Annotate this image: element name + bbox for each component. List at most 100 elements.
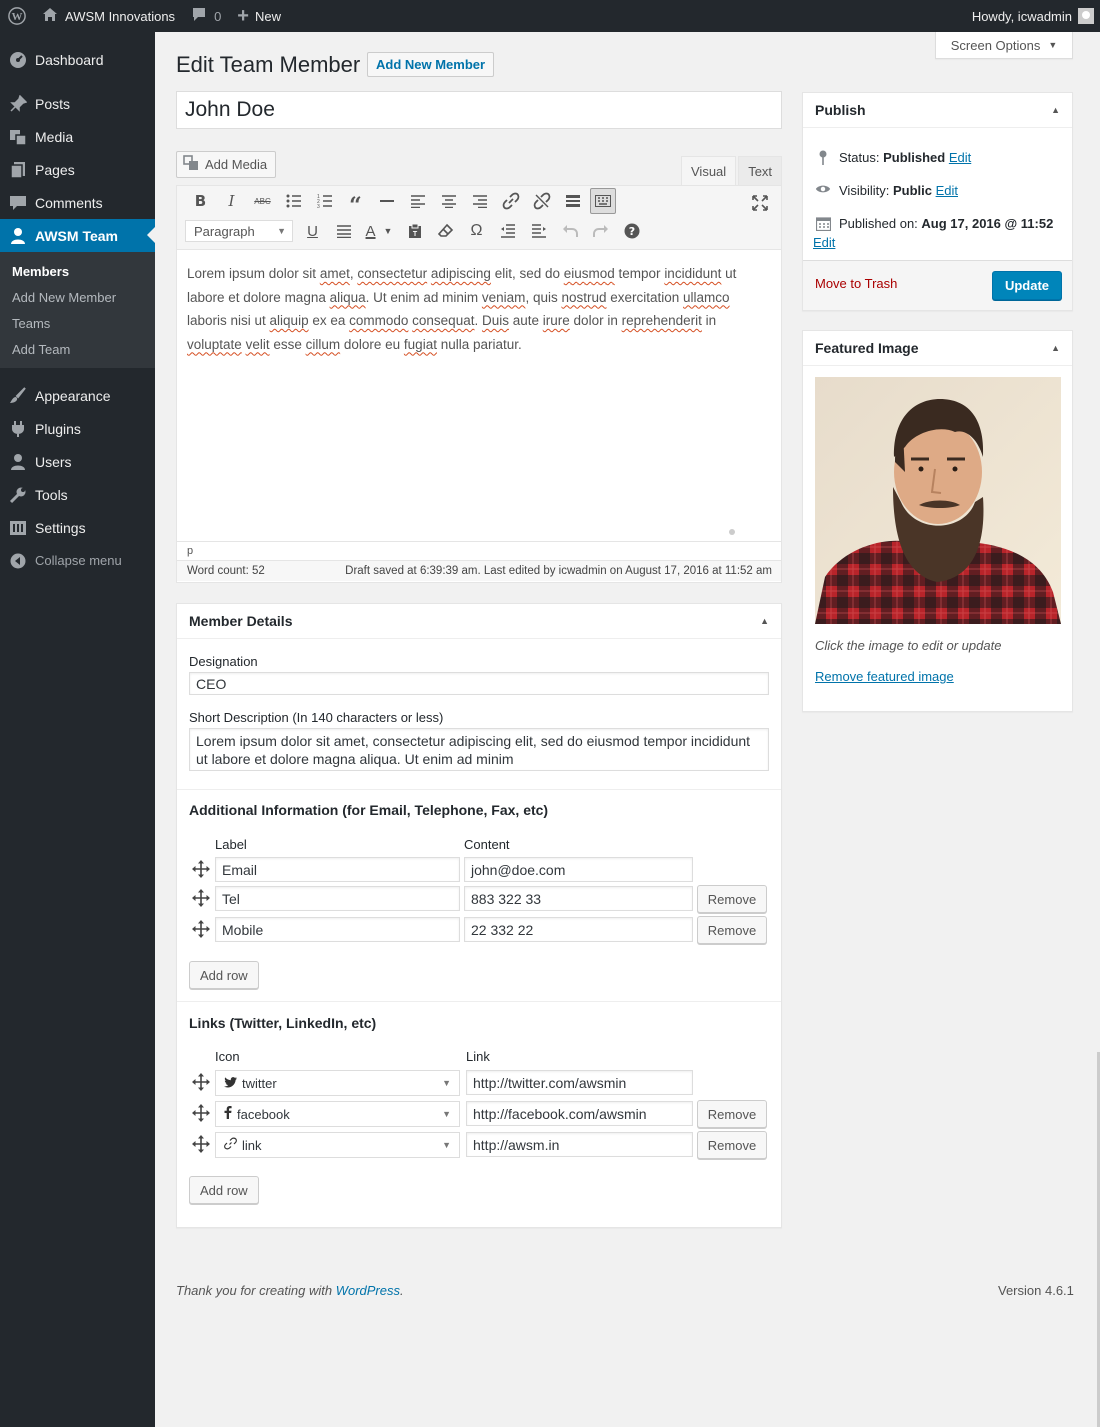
- fullscreen-icon[interactable]: [744, 190, 775, 216]
- info-label-input[interactable]: Tel: [215, 886, 460, 911]
- collapse-arrow-icon[interactable]: ▲: [1051, 105, 1060, 115]
- sidebar-item-label: Posts: [35, 95, 71, 112]
- sidebar-item-awsm-team[interactable]: AWSM Team: [0, 219, 155, 252]
- publish-header[interactable]: Publish ▲: [803, 93, 1072, 128]
- short-description-textarea[interactable]: Lorem ipsum dolor sit amet, consectetur …: [189, 728, 769, 771]
- twitter-icon: [224, 1076, 237, 1091]
- link-url-input[interactable]: http://awsm.in: [466, 1132, 693, 1157]
- wordpress-link[interactable]: WordPress: [336, 1283, 400, 1298]
- tab-text[interactable]: Text: [738, 156, 783, 185]
- publish-actions: Move to Trash Update: [803, 260, 1072, 310]
- resize-handle[interactable]: [729, 529, 735, 535]
- remove-row-button[interactable]: Remove: [697, 1131, 767, 1159]
- info-content-input[interactable]: 22 332 22: [464, 917, 693, 942]
- member-details-header[interactable]: Member Details ▲: [177, 604, 781, 639]
- featured-image[interactable]: [815, 377, 1061, 624]
- bullet-list-icon[interactable]: [278, 188, 309, 214]
- clear-formatting-icon[interactable]: [430, 218, 461, 244]
- info-content-input[interactable]: john@doe.com: [464, 857, 693, 882]
- text-color-icon[interactable]: A ▼: [359, 218, 399, 244]
- update-button[interactable]: Update: [991, 271, 1062, 300]
- editor-content-area[interactable]: Lorem ipsum dolor sit amet, consectetur …: [177, 250, 781, 541]
- new-content-link[interactable]: + New: [229, 0, 289, 32]
- comments-link[interactable]: 0: [183, 0, 229, 32]
- indent-icon[interactable]: [523, 218, 554, 244]
- sidebar-item-pages[interactable]: Pages: [0, 153, 155, 186]
- submenu-item-add-new-member[interactable]: Add New Member: [0, 284, 155, 310]
- post-title-input[interactable]: John Doe: [176, 91, 782, 129]
- edit-date-link[interactable]: Edit: [813, 235, 835, 250]
- unlink-icon[interactable]: [526, 188, 557, 214]
- edit-visibility-link[interactable]: Edit: [936, 183, 958, 198]
- submenu-item-members[interactable]: Members: [0, 258, 155, 284]
- section-divider: [177, 789, 781, 790]
- sidebar-item-plugins[interactable]: Plugins: [0, 412, 155, 445]
- featured-image-header[interactable]: Featured Image ▲: [803, 331, 1072, 366]
- sidebar-item-media[interactable]: Media: [0, 120, 155, 153]
- align-right-icon[interactable]: [464, 188, 495, 214]
- sidebar-item-appearance[interactable]: Appearance: [0, 379, 155, 412]
- sidebar-item-users[interactable]: Users: [0, 445, 155, 478]
- read-more-icon[interactable]: [557, 188, 588, 214]
- collapse-arrow-icon[interactable]: ▲: [1051, 343, 1060, 353]
- sidebar-item-tools[interactable]: Tools: [0, 478, 155, 511]
- sidebar-item-posts[interactable]: Posts: [0, 87, 155, 120]
- drag-handle-icon[interactable]: [192, 860, 210, 878]
- icon-select[interactable]: facebook ▼: [215, 1101, 460, 1127]
- numbered-list-icon[interactable]: 123: [309, 188, 340, 214]
- link-url-input[interactable]: http://facebook.com/awsmin: [466, 1101, 693, 1126]
- wordpress-logo-icon[interactable]: W: [0, 0, 34, 32]
- outdent-icon[interactable]: [492, 218, 523, 244]
- submenu-item-add-team[interactable]: Add Team: [0, 336, 155, 362]
- italic-icon[interactable]: I: [216, 188, 247, 214]
- screen-options-button[interactable]: Screen Options ▼: [935, 32, 1073, 59]
- remove-featured-image-link[interactable]: Remove featured image: [815, 669, 954, 684]
- insert-link-icon[interactable]: [495, 188, 526, 214]
- icon-select[interactable]: link ▼: [215, 1132, 460, 1158]
- site-name-link[interactable]: AWSM Innovations: [34, 0, 183, 32]
- drag-handle-icon[interactable]: [192, 889, 210, 907]
- justify-icon[interactable]: [328, 218, 359, 244]
- drag-handle-icon[interactable]: [192, 1135, 210, 1153]
- edit-status-link[interactable]: Edit: [949, 150, 971, 165]
- remove-row-button[interactable]: Remove: [697, 1100, 767, 1128]
- icon-select[interactable]: twitter ▼: [215, 1070, 460, 1096]
- format-select[interactable]: Paragraph ▼: [185, 220, 293, 242]
- strikethrough-icon[interactable]: ABC: [247, 188, 278, 214]
- submenu-item-teams[interactable]: Teams: [0, 310, 155, 336]
- link-url-input[interactable]: http://twitter.com/awsmin: [466, 1070, 693, 1095]
- horizontal-line-icon[interactable]: [371, 188, 402, 214]
- align-left-icon[interactable]: [402, 188, 433, 214]
- help-icon[interactable]: ?: [616, 218, 647, 244]
- designation-input[interactable]: CEO: [189, 672, 769, 695]
- info-content-input[interactable]: 883 322 33: [464, 886, 693, 911]
- sidebar-item-settings[interactable]: Settings: [0, 511, 155, 544]
- blockquote-icon[interactable]: “: [340, 188, 371, 219]
- bold-icon[interactable]: B: [185, 188, 216, 214]
- collapse-menu-button[interactable]: Collapse menu: [0, 544, 155, 577]
- paste-text-icon[interactable]: T: [399, 218, 430, 244]
- toolbar-toggle-icon[interactable]: [590, 188, 616, 214]
- account-menu[interactable]: Howdy, icwadmin: [964, 0, 1100, 32]
- collapse-arrow-icon[interactable]: ▲: [760, 616, 769, 626]
- tab-visual[interactable]: Visual: [681, 156, 737, 185]
- info-label-input[interactable]: Email: [215, 857, 460, 882]
- align-center-icon[interactable]: [433, 188, 464, 214]
- undo-icon[interactable]: [554, 218, 585, 244]
- sidebar-item-comments[interactable]: Comments: [0, 186, 155, 219]
- redo-icon[interactable]: [585, 218, 616, 244]
- add-media-button[interactable]: Add Media: [176, 151, 277, 178]
- underline-icon[interactable]: U: [297, 218, 328, 244]
- drag-handle-icon[interactable]: [192, 920, 210, 938]
- sidebar-item-dashboard[interactable]: Dashboard: [0, 43, 155, 76]
- drag-handle-icon[interactable]: [192, 1104, 210, 1122]
- add-info-row-button[interactable]: Add row: [189, 961, 259, 989]
- special-character-icon[interactable]: Ω: [461, 218, 492, 244]
- add-new-member-button[interactable]: Add New Member: [367, 52, 495, 77]
- remove-row-button[interactable]: Remove: [697, 885, 767, 913]
- drag-handle-icon[interactable]: [192, 1073, 210, 1091]
- info-label-input[interactable]: Mobile: [215, 917, 460, 942]
- remove-row-button[interactable]: Remove: [697, 916, 767, 944]
- move-to-trash-link[interactable]: Move to Trash: [815, 276, 897, 291]
- add-link-row-button[interactable]: Add row: [189, 1176, 259, 1204]
